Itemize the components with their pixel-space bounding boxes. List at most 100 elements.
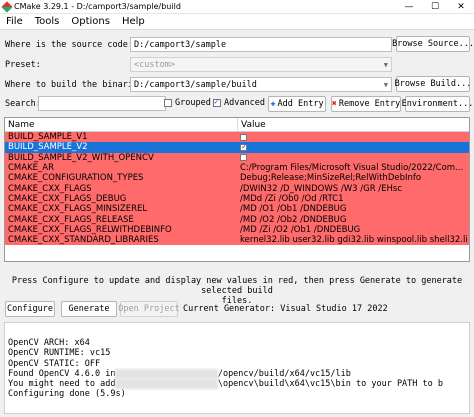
table-row[interactable]: CMAKE_CXX_FLAGS_MINSIZEREL/MD /O1 /Ob1 /… <box>5 204 469 215</box>
row-value: Debug;Release;MinSizeRel;RelWithDebInfo <box>238 173 469 183</box>
chevron-down-icon[interactable]: ▼ <box>384 81 388 89</box>
add-entry-label: Add Entry <box>277 99 324 109</box>
search-label: Search: <box>5 99 41 109</box>
log-line: You might need to add xxxxxxxxxxxxxxxxxx… <box>8 379 469 390</box>
row-name: CMAKE_CXX_FLAGS_RELWITHDEBINFO <box>8 224 172 235</box>
grouped-check[interactable] <box>164 99 172 107</box>
row-value-text: /MDd /Zi /Ob0 /Od /RTC1 <box>240 193 344 204</box>
table-row[interactable]: BUILD_SAMPLE_V1 <box>5 132 469 143</box>
row-value-text: /MD /O1 /Ob1 /DNDEBUG <box>240 204 347 215</box>
log-line: OpenCV RUNTIME: vc15 <box>8 348 469 358</box>
row-value-text: /MD /O2 /Ob2 /DNDEBUG <box>240 214 347 225</box>
configure-button[interactable]: Configure <box>5 301 55 317</box>
build-label: Where to build the binaries: <box>5 80 149 90</box>
log-text: Configuring done (5.9s) <box>8 389 126 400</box>
remove-entry-button[interactable]: ✖ Remove Entry <box>331 96 401 112</box>
source-label: Where is the source code: <box>5 40 133 50</box>
table-header: Name Value <box>5 118 469 132</box>
row-value-text: kernel32.lib user32.lib gdi32.lib winspo… <box>240 235 468 246</box>
row-name: CMAKE_AR <box>8 163 54 174</box>
row-name: CMAKE_CXX_FLAGS <box>8 183 92 194</box>
row-name: BUILD_SAMPLE_V2 <box>8 142 88 153</box>
remove-icon: ✖ <box>331 99 337 109</box>
log-text-tail: \opencv\build\x64\vc15\bin to your PATH … <box>217 379 443 390</box>
title-bar: CMake 3.29.1 - D:/camport3/sample/build … <box>0 0 474 14</box>
row-name: CMAKE_CONFIGURATION_TYPES <box>8 173 144 184</box>
current-generator: Current Generator: Visual Studio 17 2022 <box>183 304 388 314</box>
browse-source-button[interactable]: Browse Source... <box>392 36 474 52</box>
grouped-label: Grouped <box>175 98 211 108</box>
environment-button[interactable]: Environment... <box>402 96 473 112</box>
preset-label: Preset: <box>5 60 41 70</box>
log-text-tail: /opencv/build/x64/vc15/lib <box>217 368 351 379</box>
name-column-header[interactable]: Name <box>5 118 238 131</box>
redacted-path: xxxxxxxxxxxxxxxxxxx <box>115 379 218 390</box>
search-input[interactable] <box>38 96 166 111</box>
table-row[interactable]: CMAKE_CXX_STANDARD_LIBRARIES kernel32.lib… <box>5 234 469 246</box>
table-row[interactable]: CMAKE_CXX_FLAGS_DEBUG/MDd /Zi /Ob0 /Od /… <box>5 193 469 205</box>
remove-entry-label: Remove Entry <box>338 99 401 109</box>
build-value: D:/camport3/sample/build <box>134 79 257 90</box>
log-line: OpenCV ARCH: x64 <box>8 338 469 348</box>
row-value: /DWIN32 /D_WINDOWS /W3 /GR /EHsc <box>238 184 469 194</box>
row-name: CMAKE_CXX_FLAGS_DEBUG <box>8 193 127 204</box>
log-text: OpenCV RUNTIME: vc15 <box>8 348 111 359</box>
window-title: CMake 3.29.1 - D:/camport3/sample/build <box>14 2 181 11</box>
log-text: You might need to add <box>8 379 116 390</box>
log-line: Found OpenCV 4.6.0 in xxxxxxxxxxxxxxxxxx… <box>8 368 469 380</box>
browse-build-button[interactable]: Browse Build... <box>395 76 471 92</box>
menu-tools[interactable]: Tools <box>29 16 66 27</box>
advanced-checkbox[interactable]: Advanced <box>213 97 265 108</box>
row-value[interactable] <box>238 143 469 151</box>
row-value: kernel32.lib user32.lib gdi32.lib winspo… <box>238 235 469 245</box>
row-value-text: C:/Program Files/Microsoft Visual Studio… <box>240 163 464 174</box>
table-row[interactable]: CMAKE_CXX_FLAGS_RELWITHDEBINFO/MD /Zi /O… <box>5 224 469 235</box>
preset-value: <custom> <box>134 59 175 70</box>
maximize-button[interactable]: ☐ <box>422 0 448 14</box>
value-checkbox[interactable] <box>240 154 247 162</box>
row-value-text: Debug;Release;MinSizeRel;RelWithDebInfo <box>240 173 422 184</box>
row-name: BUILD_SAMPLE_V2_WITH_OPENCV <box>8 152 154 163</box>
hint-line-1: Press Configure to update and display ne… <box>11 276 463 296</box>
cache-table[interactable]: Name Value BUILD_SAMPLE_V1 BUILD_SAMPLE_V… <box>4 117 470 262</box>
preset-select: <custom> ▼ <box>130 57 392 72</box>
table-row[interactable]: CMAKE_CXX_FLAGS/DWIN32 /D_WINDOWS /W3 /G… <box>5 183 469 194</box>
advanced-label: Advanced <box>224 98 265 108</box>
row-value-text: /MD /Zi /O2 /Ob1 /DNDEBUG <box>240 224 361 235</box>
minimize-button[interactable]: — <box>396 0 422 14</box>
grouped-checkbox[interactable]: Grouped <box>164 98 211 108</box>
value-column-header[interactable]: Value <box>238 120 469 130</box>
row-value: /MD /O1 /Ob1 /DNDEBUG <box>238 204 469 214</box>
table-row[interactable]: BUILD_SAMPLE_V2_WITH_OPENCV <box>5 152 469 163</box>
row-name: BUILD_SAMPLE_V1 <box>8 132 88 143</box>
menu-help[interactable]: Help <box>116 16 151 27</box>
menu-options[interactable]: Options <box>65 16 116 27</box>
generate-button[interactable]: Generate <box>61 301 117 317</box>
row-value[interactable] <box>238 154 469 162</box>
table-row[interactable]: CMAKE_CONFIGURATION_TYPES Debug;Release;M… <box>5 173 469 184</box>
log-text: Found OpenCV 4.6.0 in <box>8 368 116 379</box>
redacted-path: xxxxxxxxxxxxxxxxxxx <box>115 368 218 380</box>
close-button[interactable]: ✕ <box>448 0 474 14</box>
table-row[interactable]: BUILD_SAMPLE_V2 <box>5 142 469 153</box>
log-text: OpenCV ARCH: x64 <box>8 338 90 348</box>
row-value: /MD /Zi /O2 /Ob1 /DNDEBUG <box>238 225 469 235</box>
row-value: C:/Program Files/Microsoft Visual Studio… <box>238 163 469 173</box>
log-line: OpenCV STATIC: OFF <box>8 359 469 369</box>
table-body: BUILD_SAMPLE_V1BUILD_SAMPLE_V2BUILD_SAMP… <box>5 132 469 246</box>
row-value-text: /DWIN32 /D_WINDOWS /W3 /GR /EHsc <box>240 183 403 194</box>
menu-bar: File Tools Options Help <box>0 14 474 30</box>
source-input[interactable]: D:/camport3/sample <box>130 37 392 52</box>
table-row[interactable]: CMAKE_CXX_FLAGS_RELEASE/MD /O2 /Ob2 /DND… <box>5 214 469 225</box>
add-entry-button[interactable]: ✚ Add Entry <box>268 96 326 112</box>
log-text: OpenCV STATIC: OFF <box>8 358 101 369</box>
row-value[interactable] <box>238 133 469 141</box>
output-log[interactable]: OpenCV ARCH: x64 OpenCV RUNTIME: vc15 Open… <box>4 322 470 414</box>
value-checkbox[interactable] <box>240 143 248 151</box>
value-checkbox[interactable] <box>240 133 247 141</box>
build-input[interactable]: D:/camport3/sample/build ▼ <box>130 77 392 92</box>
table-row[interactable]: CMAKE_AR C:/Program Files/Microsoft Visua… <box>5 162 469 174</box>
cmake-logo-icon <box>1 0 13 13</box>
advanced-check[interactable] <box>213 97 221 107</box>
menu-file[interactable]: File <box>0 16 29 27</box>
